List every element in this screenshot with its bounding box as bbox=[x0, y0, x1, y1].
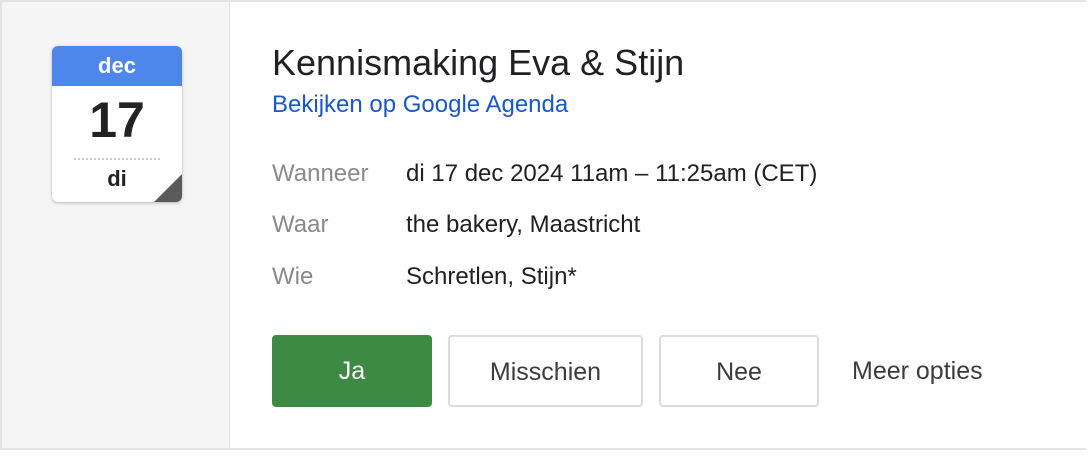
event-invitation-card: dec 17 di Kennismaking Eva & Stijn Bekij… bbox=[0, 0, 1086, 450]
page-fold-icon bbox=[154, 174, 182, 202]
event-title: Kennismaking Eva & Stijn bbox=[272, 42, 685, 83]
rsvp-maybe-button[interactable]: Misschien bbox=[448, 335, 643, 407]
event-when-row: Wanneer di 17 dec 2024 11am – 11:25am (CE… bbox=[272, 160, 817, 188]
more-options-link[interactable]: Meer opties bbox=[852, 335, 983, 407]
calendar-month: dec bbox=[52, 46, 182, 86]
calendar-divider bbox=[74, 158, 160, 160]
event-details-panel: Kennismaking Eva & Stijn Bekijken op Goo… bbox=[230, 2, 1086, 448]
when-label: Wanneer bbox=[272, 160, 369, 187]
calendar-icon-panel: dec 17 di bbox=[2, 2, 230, 448]
view-in-google-calendar-link[interactable]: Bekijken op Google Agenda bbox=[272, 91, 568, 119]
who-label: Wie bbox=[272, 263, 314, 290]
when-value: di 17 dec 2024 11am – 11:25am (CET) bbox=[406, 160, 818, 187]
calendar-day: 17 bbox=[89, 92, 145, 148]
event-who-row: Wie Schretlen, Stijn* bbox=[272, 263, 577, 291]
event-where-row: Waar the bakery, Maastricht bbox=[272, 211, 640, 239]
calendar-date-icon: dec 17 di bbox=[52, 46, 182, 202]
rsvp-no-button[interactable]: Nee bbox=[659, 335, 819, 407]
where-label: Waar bbox=[272, 211, 329, 238]
who-value: Schretlen, Stijn* bbox=[406, 263, 577, 290]
rsvp-yes-button[interactable]: Ja bbox=[272, 335, 432, 407]
where-value: the bakery, Maastricht bbox=[406, 211, 641, 238]
